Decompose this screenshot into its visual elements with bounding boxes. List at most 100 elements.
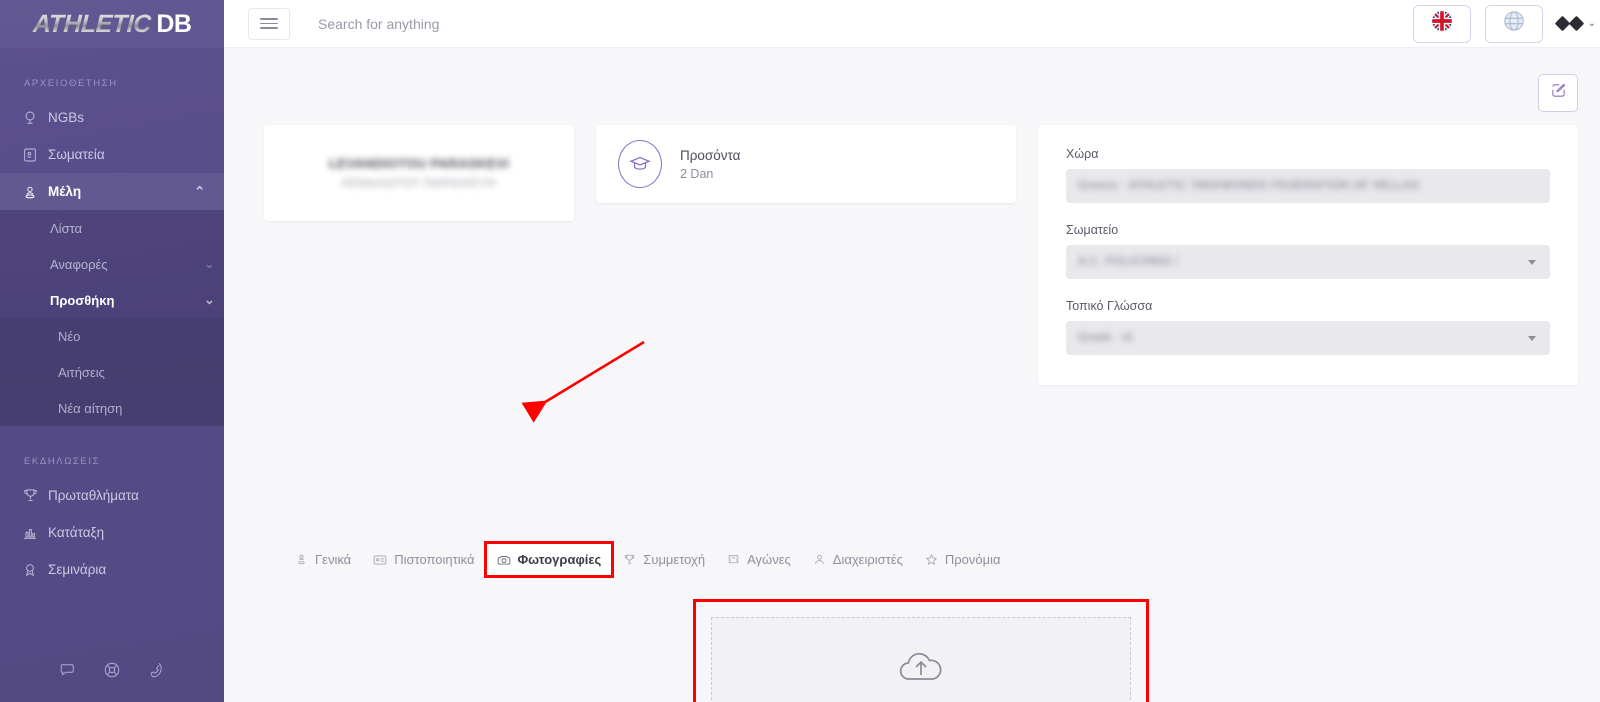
ticket-icon [727,553,740,566]
user-menu[interactable]: ⌄ [1554,15,1596,32]
sidebar-section-title-archive: ΑΡΧΕΙΟΘΕΤΗΣΗ [24,78,118,89]
menu-line [260,18,278,20]
sidebar-subitem-prosthiki[interactable]: Προσθήκη ⌄ [0,282,224,318]
tab-pronomia[interactable]: Προνόμια [914,543,1012,576]
qualification-title: Προσόντα [680,147,741,163]
tab-pistopoiitika[interactable]: Πιστοποιητικά [362,543,485,576]
upload-section: DROP FILES HERE OR CLICK TO UPLOAD. [264,599,1578,702]
chevron-down-icon: ⌄ [204,292,215,307]
trophy-icon [623,553,636,566]
phone-icon[interactable] [147,661,165,684]
chat-icon[interactable] [59,661,77,684]
search-input[interactable] [318,15,738,32]
sidebar-item-katataxi[interactable]: Κατάταξη [0,514,224,551]
app-root: ATHLETIC DB ΑΡΧΕΙΟΘΕΤΗΣΗ NGBs Σωματεία Μ… [0,0,1600,702]
person-pin-icon [22,184,48,200]
camera-icon [497,553,511,567]
topbar-actions: ⌄ [1412,4,1596,43]
sidebar-subitem-aitiseis[interactable]: Αιτήσεις [0,354,224,390]
sidebar-subitem-label-aitiseis: Αιτήσεις [58,364,105,380]
sidebar-item-label-ngbs: NGBs [48,110,85,125]
sidebar-item-label-seminaria: Σεμινάρια [48,562,107,577]
tab-label-diacheiristes: Διαχειριστές [832,552,903,567]
chevron-down-icon: ⌄ [1587,18,1596,29]
lifebuoy-support-icon[interactable] [103,661,121,684]
id-badge-icon [22,147,48,163]
detail-tabs: Γενικά Πιστοποιητικά Φωτογραφίες Συμμετο… [264,541,1578,578]
globe-icon [1503,10,1525,37]
tab-genika[interactable]: Γενικά [284,543,362,576]
graduation-cap-icon [618,140,662,188]
tab-fotografies[interactable]: Φωτογραφίες [483,541,615,578]
chevron-down-icon [1528,260,1536,265]
edit-toolbar [264,48,1578,112]
sidebar-item-somateia[interactable]: Σωματεία [0,136,224,173]
sidebar-item-label-meli: Μέλη [48,184,82,199]
tab-diacheiristes[interactable]: Διαχειριστές [802,543,914,576]
sidebar-item-ngbs[interactable]: NGBs [0,99,224,136]
sidebar-item-protathlimata[interactable]: Πρωταθλήματα [0,477,224,514]
star-icon [925,553,938,566]
sidebar-footer [0,661,224,684]
language-button[interactable] [1412,4,1471,43]
field-country: Χώρα Greece - ATHLETIC TAEKWONDO FEDERAT… [1066,147,1550,203]
diamond-glyph-icon [1568,15,1584,32]
tab-label-pronomia: Προνόμια [944,552,1001,567]
globe-button[interactable] [1484,4,1543,43]
sidebar-subitem-lista[interactable]: Λίστα [0,210,224,246]
sidebar-subitem-anafores[interactable]: Αναφορές ⌄ [0,246,224,282]
chevron-down-icon [1528,336,1536,341]
person-icon [295,553,308,566]
sidebar-subitem-label-anafores: Αναφορές [50,256,108,272]
tab-symmetochi[interactable]: Συμμετοχή [612,543,716,576]
menu-toggle-button[interactable] [248,7,290,40]
sidebar-subitem-label-neo: Νέο [58,328,81,344]
summary-cards-row: LEVANDIOTOU PARASKEVI KENAΛΙΩΤΟΥ ΠΑΡΑΣΚΕ… [264,125,1578,385]
local-language-value: Greek - el [1078,332,1133,344]
field-label-club: Σωματείο [1066,223,1119,237]
member-name-local: KENAΛΙΩΤΟΥ ΠΑΡΑΣΚΕΥΗ [342,178,496,190]
field-club: Σωματείο A.C. POLICHNIS / [1066,223,1550,279]
tab-label-genika: Γενικά [315,552,352,567]
award-person-icon [22,562,48,578]
club-select[interactable]: A.C. POLICHNIS / [1066,245,1550,279]
sidebar-item-seminaria[interactable]: Σεμινάρια [0,551,224,588]
edit-button[interactable] [1538,74,1578,112]
trophy-icon [22,487,48,504]
brand-logo[interactable]: ATHLETIC DB [0,0,224,48]
tab-agones[interactable]: Αγώνες [716,543,802,576]
topbar: ⌄ [224,0,1600,48]
upload-highlight-outline: DROP FILES HERE OR CLICK TO UPLOAD. [693,599,1149,702]
sidebar-subitem-neo[interactable]: Νέο [0,318,224,354]
id-card-icon [373,553,387,567]
brand-logo-primary: ATHLETIC [31,9,152,38]
content-area: LEVANDIOTOU PARASKEVI KENAΛΙΩΤΟΥ ΠΑΡΑΣΚΕ… [224,48,1600,702]
field-label-country: Χώρα [1066,147,1099,161]
qualification-card: Προσόντα 2 Dan [596,125,1016,203]
sidebar-item-meli[interactable]: Μέλη ⌃ [0,173,224,210]
file-dropzone[interactable]: DROP FILES HERE OR CLICK TO UPLOAD. [711,617,1131,702]
sidebar-subitem-label-nea-aitisi: Νέα αίτηση [58,400,123,416]
country-value: Greece - ATHLETIC TAEKWONDO FEDERATION O… [1078,180,1420,192]
edit-pencil-icon [1550,82,1567,104]
sidebar-subitem-nea-aitisi[interactable]: Νέα αίτηση [0,390,224,426]
tab-label-agones: Αγώνες [747,552,791,567]
chevron-down-icon: ⌄ [204,256,215,271]
field-local-language: Τοπικό Γλώσσα Greek - el [1066,299,1550,355]
sidebar: ATHLETIC DB ΑΡΧΕΙΟΘΕΤΗΣΗ NGBs Σωματεία Μ… [0,0,224,702]
sidebar-section-title-events: ΕΚΔΗΛΩΣΕΙΣ [24,456,101,467]
menu-line [260,22,278,25]
cloud-upload-icon [895,647,947,692]
sidebar-item-label-protathlimata: Πρωταθλήματα [48,488,139,503]
sidebar-submenu-prosthiki: Νέο Αιτήσεις Νέα αίτηση [0,318,224,426]
sidebar-item-label-katataxi: Κατάταξη [48,525,105,540]
details-form-card: Χώρα Greece - ATHLETIC TAEKWONDO FEDERAT… [1038,125,1578,385]
sidebar-subitem-label-lista: Λίστα [50,220,83,236]
country-input[interactable]: Greece - ATHLETIC TAEKWONDO FEDERATION O… [1066,169,1550,203]
menu-line [260,27,278,29]
sidebar-subitem-label-prosthiki: Προσθήκη [50,292,115,308]
member-name: LEVANDIOTOU PARASKEVI [328,156,510,171]
qualification-text: Προσόντα 2 Dan [680,148,740,181]
local-language-select[interactable]: Greek - el [1066,321,1550,355]
tab-label-pistopoiitika: Πιστοποιητικά [394,552,475,567]
